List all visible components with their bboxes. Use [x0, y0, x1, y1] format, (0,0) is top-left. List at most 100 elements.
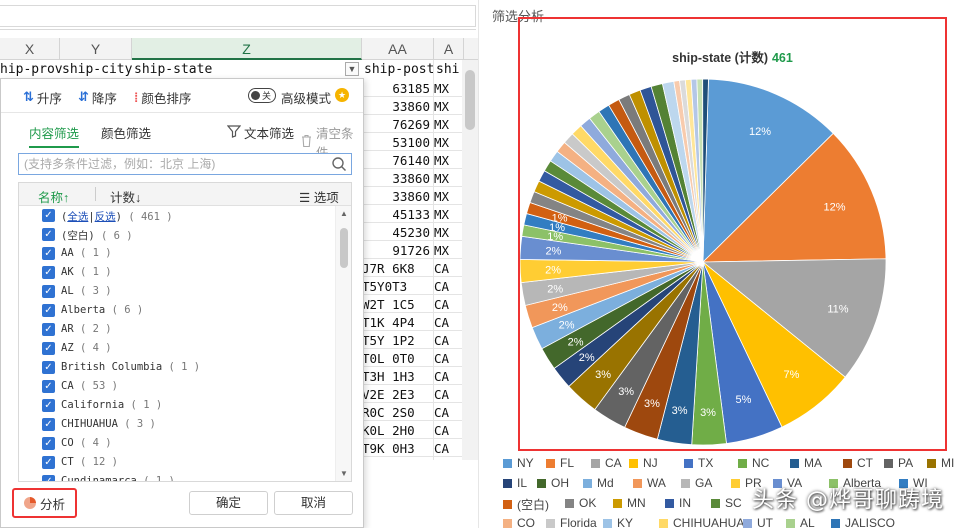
list-item-select-all[interactable]: ✓ (全选|反选) ( 461 )	[19, 206, 351, 225]
checkbox[interactable]: ✓	[42, 437, 55, 450]
column-header-x[interactable]: X	[0, 38, 60, 60]
sort-ascending-button[interactable]: ⇅ 升序	[23, 88, 62, 106]
list-item[interactable]: ✓ (空白) ( 6 )	[19, 225, 351, 244]
country-cell[interactable]: CA	[434, 351, 449, 366]
list-item[interactable]: ✓ Alberta ( 6 )	[19, 301, 351, 320]
checkbox[interactable]: ✓	[42, 209, 55, 222]
legend-item[interactable]: JALISCO	[831, 516, 895, 528]
sort-by-name-header[interactable]: 名称↑	[38, 187, 69, 206]
list-item[interactable]: ✓ California ( 1 )	[19, 396, 351, 415]
tab-content-filter[interactable]: 内容筛选	[29, 123, 80, 148]
country-cell[interactable]: MX	[434, 225, 449, 240]
legend-item[interactable]: CA	[591, 456, 622, 470]
checkbox[interactable]: ✓	[42, 247, 55, 260]
list-item[interactable]: ✓ CHIHUAHUA ( 3 )	[19, 415, 351, 434]
sort-descending-button[interactable]: ⇵ 降序	[78, 88, 117, 106]
filter-search-input[interactable]	[19, 154, 319, 174]
country-cell[interactable]: CA	[434, 405, 449, 420]
column-header-aa[interactable]: AA	[362, 38, 434, 60]
country-cell[interactable]: CA	[434, 387, 449, 402]
country-cell[interactable]: MX	[434, 207, 449, 222]
color-sort-button[interactable]: ⁞ 颜色排序	[134, 88, 191, 106]
sort-by-count-header[interactable]: 计数↓	[110, 187, 141, 206]
legend-item[interactable]: NY	[503, 456, 534, 470]
legend-item[interactable]: IL	[503, 476, 527, 490]
legend-item[interactable]: MN	[613, 496, 646, 510]
legend-item[interactable]: NC	[738, 456, 769, 470]
column-header-z[interactable]: Z	[132, 38, 362, 60]
legend-item[interactable]: PA	[884, 456, 913, 470]
analysis-button[interactable]: 分析	[12, 488, 77, 518]
legend-item[interactable]: Florida	[546, 516, 597, 528]
text-filter-button[interactable]: 文本筛选	[226, 123, 294, 142]
list-item[interactable]: ✓ AL ( 3 )	[19, 282, 351, 301]
postal-cell[interactable]: R0C 2S0	[362, 405, 430, 420]
country-cell[interactable]: CA	[434, 297, 449, 312]
ok-button[interactable]: 确定	[189, 491, 268, 515]
postal-cell[interactable]: 33860	[362, 171, 430, 186]
postal-cell[interactable]: 76269	[362, 117, 430, 132]
checkbox[interactable]: ✓	[42, 304, 55, 317]
country-cell[interactable]: MX	[434, 243, 449, 258]
legend-item[interactable]: Md	[583, 476, 614, 490]
list-scroll-thumb[interactable]	[340, 228, 348, 268]
legend-item[interactable]: WA	[633, 476, 666, 490]
list-scrollbar[interactable]: ▲ ▼	[335, 206, 351, 481]
legend-item[interactable]: MI	[927, 456, 954, 470]
legend-item[interactable]: CHIHUAHUA	[659, 516, 744, 528]
postal-cell[interactable]: T9K 0H3	[362, 441, 430, 456]
advanced-mode-toggle[interactable]: 关	[248, 88, 276, 103]
list-item[interactable]: ✓ CA ( 53 )	[19, 377, 351, 396]
tab-color-filter[interactable]: 颜色筛选	[101, 123, 151, 146]
filter-dropdown-button[interactable]: ▼	[345, 62, 359, 76]
list-item[interactable]: ✓ AK ( 1 )	[19, 263, 351, 282]
checkbox[interactable]: ✓	[42, 418, 55, 431]
legend-item[interactable]: AL	[786, 516, 815, 528]
postal-cell[interactable]: T5Y 1P2	[362, 333, 430, 348]
country-cell[interactable]: MX	[434, 99, 449, 114]
header-cell-ship-state[interactable]: ship-state	[134, 62, 344, 77]
checkbox[interactable]: ✓	[42, 285, 55, 298]
country-cell[interactable]: CA	[434, 441, 449, 456]
header-cell-ship-city[interactable]: ship-city	[62, 62, 134, 77]
postal-cell[interactable]: V2E 2E3	[362, 387, 430, 402]
checkbox[interactable]: ✓	[42, 266, 55, 279]
postal-cell[interactable]: J7R 6K8	[362, 261, 430, 276]
country-cell[interactable]: MX	[434, 117, 449, 132]
list-item[interactable]: ✓ CO ( 4 )	[19, 434, 351, 453]
header-cell-ship-province[interactable]: hip-prov	[0, 62, 62, 77]
postal-cell[interactable]: 33860	[362, 99, 430, 114]
legend-item[interactable]: NJ	[629, 456, 658, 470]
country-cell[interactable]: MX	[434, 153, 449, 168]
legend-item[interactable]: SC	[711, 496, 742, 510]
postal-cell[interactable]: 91726	[362, 243, 430, 258]
country-cell[interactable]: CA	[434, 315, 449, 330]
postal-cell[interactable]: T1K 4P4	[362, 315, 430, 330]
cancel-button[interactable]: 取消	[274, 491, 353, 515]
checkbox[interactable]: ✓	[42, 475, 55, 481]
list-item[interactable]: ✓ AZ ( 4 )	[19, 339, 351, 358]
postal-cell[interactable]: T3H 1H3	[362, 369, 430, 384]
scroll-up-icon[interactable]: ▲	[340, 209, 348, 218]
postal-cell[interactable]: 53100	[362, 135, 430, 150]
legend-item[interactable]: (空白)	[503, 496, 549, 513]
postal-cell[interactable]: 33860	[362, 189, 430, 204]
legend-item[interactable]: CT	[843, 456, 873, 470]
options-button[interactable]: ☰ 选项	[299, 187, 339, 206]
country-cell[interactable]: MX	[434, 171, 449, 186]
postal-cell[interactable]: W2T 1C5	[362, 297, 430, 312]
checkbox[interactable]: ✓	[42, 456, 55, 469]
formula-input[interactable]	[0, 5, 476, 27]
legend-item[interactable]: TX	[684, 456, 713, 470]
header-cell-ship-country[interactable]: shi	[436, 62, 462, 77]
legend-item[interactable]: FL	[546, 456, 574, 470]
postal-cell[interactable]: 45230	[362, 225, 430, 240]
checkbox[interactable]: ✓	[42, 380, 55, 393]
legend-item[interactable]: MA	[790, 456, 822, 470]
legend-item[interactable]: KY	[603, 516, 633, 528]
scroll-down-icon[interactable]: ▼	[340, 469, 348, 478]
country-cell[interactable]: CA	[434, 279, 449, 294]
postal-cell[interactable]: T5Y0T3	[362, 279, 430, 294]
country-cell[interactable]: CA	[434, 423, 449, 438]
checkbox[interactable]: ✓	[42, 342, 55, 355]
